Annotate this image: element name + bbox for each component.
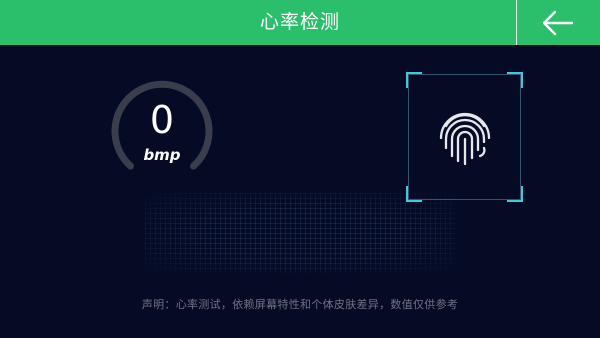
disclaimer-text: 声明：心率测试，依赖屏幕特性和个体皮肤差异，数值仅供参考 [141, 298, 459, 311]
bpm-value: 0 [149, 98, 175, 142]
heart-rate-gauge: 0 bmp [110, 78, 214, 182]
measurement-grid [145, 193, 455, 273]
bpm-unit: bmp [143, 146, 181, 164]
fingerprint-scanner[interactable] [406, 72, 523, 202]
header-bar: 心率检测 [0, 0, 600, 45]
arrow-left-icon [542, 10, 574, 36]
page-title: 心率检测 [259, 11, 340, 33]
fingerprint-icon [439, 112, 491, 166]
scanner-corner [507, 72, 523, 88]
scanner-corner [406, 72, 422, 88]
scanner-corner [406, 186, 422, 202]
back-button[interactable] [517, 0, 600, 45]
scanner-corner [507, 186, 523, 202]
